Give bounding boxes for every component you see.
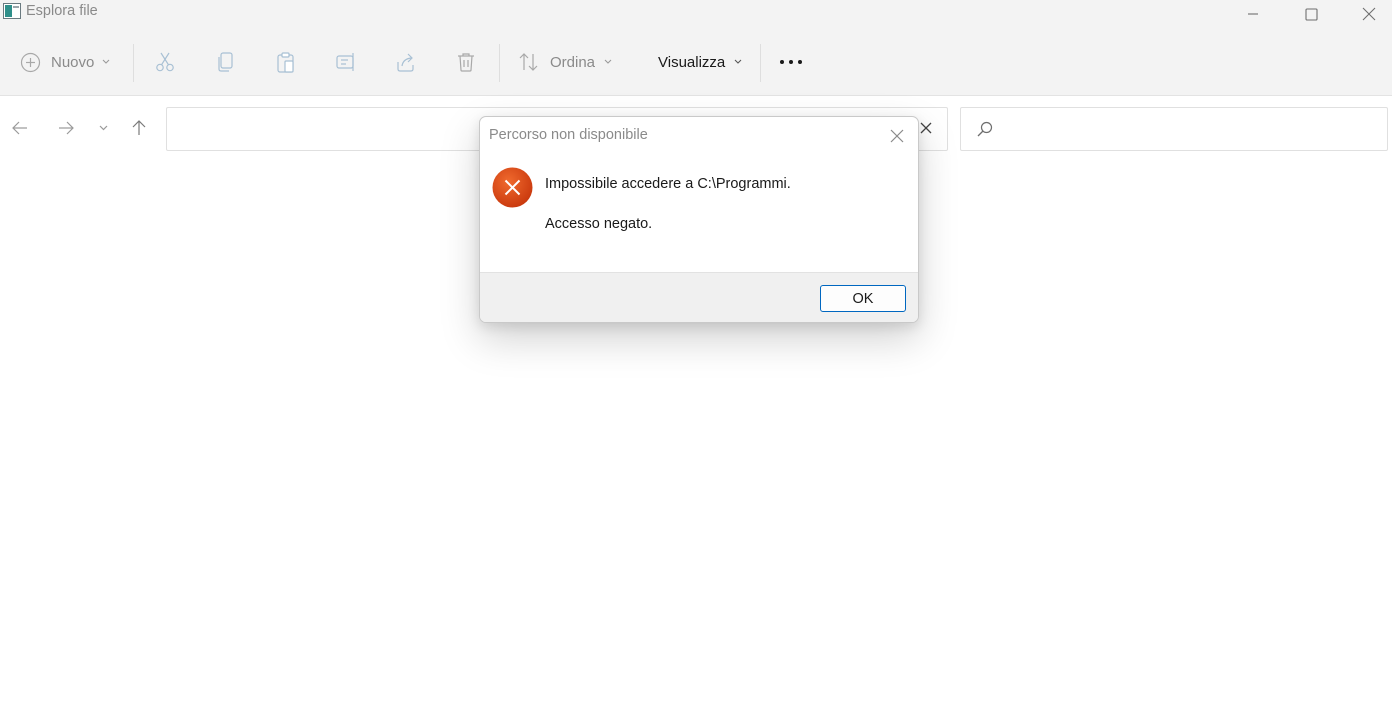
share-button[interactable] [395, 28, 417, 96]
back-arrow-icon [12, 121, 27, 135]
maximize-icon [1304, 7, 1318, 21]
minimize-button[interactable] [1224, 0, 1282, 28]
error-message: Impossibile accedere a C:\Programmi. [545, 176, 791, 192]
paste-button[interactable] [275, 28, 297, 96]
close-window-button[interactable] [1340, 0, 1392, 28]
separator [499, 44, 500, 82]
title-bar: Esplora file [0, 0, 1392, 28]
dialog-close-button[interactable] [882, 121, 912, 151]
cut-icon [156, 52, 174, 72]
new-button[interactable]: Nuovo [20, 28, 110, 96]
command-bar: Nuovo Ordina Visualizza [0, 28, 1392, 96]
cut-button[interactable] [154, 28, 176, 96]
copy-icon [218, 52, 233, 72]
plus-circle-icon [20, 52, 41, 72]
close-icon [920, 122, 932, 134]
more-icon [780, 60, 802, 64]
error-detail: Accesso negato. [545, 216, 653, 232]
search-input[interactable] [960, 107, 1388, 151]
sort-button[interactable]: Ordina [518, 28, 612, 96]
paste-icon [277, 52, 294, 73]
forward-button[interactable] [52, 114, 80, 142]
ok-button[interactable]: OK [820, 285, 906, 312]
minimize-icon [1248, 13, 1258, 15]
separator [133, 44, 134, 82]
close-icon [890, 129, 904, 143]
search-icon [975, 119, 995, 139]
delete-icon [458, 53, 474, 72]
recent-locations-button[interactable] [89, 114, 117, 142]
maximize-button[interactable] [1282, 0, 1340, 28]
view-button[interactable]: Visualizza [658, 28, 742, 96]
app-icon [3, 3, 21, 19]
sort-icon [519, 53, 538, 71]
rename-icon [336, 53, 354, 71]
delete-button[interactable] [455, 28, 477, 96]
recent-chevron-icon [99, 125, 107, 131]
more-options-button[interactable] [779, 28, 803, 96]
up-button[interactable] [125, 114, 153, 142]
sort-label: Ordina [550, 53, 596, 71]
share-icon [397, 53, 414, 72]
new-label: Nuovo [51, 53, 95, 71]
copy-button[interactable] [215, 28, 237, 96]
close-icon [1362, 7, 1376, 21]
chevron-down-icon [604, 59, 612, 64]
error-icon [492, 167, 533, 208]
up-arrow-icon [132, 120, 146, 135]
separator [760, 44, 761, 82]
dialog-footer: OK [480, 272, 918, 322]
chevron-down-icon [734, 59, 742, 64]
error-dialog: Percorso non disponibile Impossibile acc… [479, 116, 919, 323]
rename-button[interactable] [335, 28, 357, 96]
view-label: Visualizza [658, 53, 726, 71]
dialog-title: Percorso non disponibile [489, 127, 648, 143]
file-explorer-window: Esplora file Nuovo Ordina Visualizza Per… [0, 0, 1392, 723]
chevron-down-icon [102, 59, 110, 64]
back-button[interactable] [6, 114, 34, 142]
forward-arrow-icon [59, 121, 74, 135]
window-title: Esplora file [26, 3, 98, 19]
